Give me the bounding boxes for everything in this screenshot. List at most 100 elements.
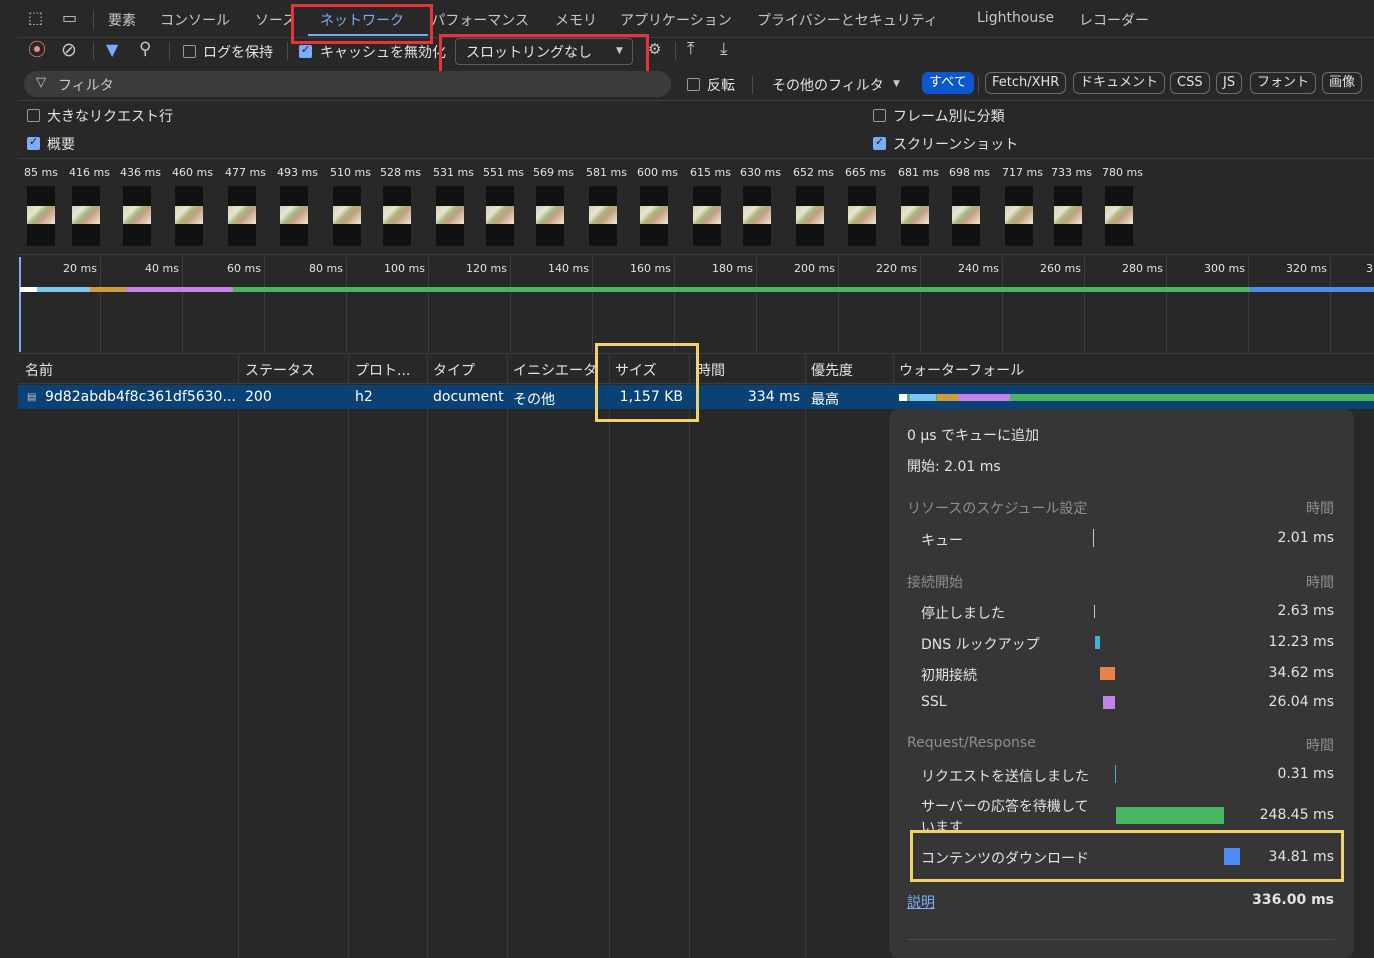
filmstrip-screenshot[interactable] xyxy=(536,186,564,246)
large-rows-checkbox[interactable] xyxy=(27,109,40,122)
filmstrip-screenshot[interactable] xyxy=(228,186,256,246)
column-time[interactable]: 時間 xyxy=(697,360,725,380)
column-status[interactable]: ステータス xyxy=(245,360,315,380)
ruler-tick-label: 180 ms xyxy=(712,262,753,275)
filmstrip-screenshot[interactable] xyxy=(436,186,464,246)
network-conditions-icon[interactable]: ⚙ xyxy=(648,42,661,57)
request-response-header: Request/Response xyxy=(907,735,1036,751)
time-header: 時間 xyxy=(1306,501,1334,517)
row-time: 334 ms xyxy=(747,389,800,405)
group-by-frame-checkbox[interactable] xyxy=(873,109,886,122)
ruler-gridline xyxy=(756,257,757,352)
tab-elements[interactable]: 要素 xyxy=(108,10,136,30)
filmstrip-screenshot[interactable] xyxy=(486,186,514,246)
record-stop-icon[interactable]: ⦿ xyxy=(28,42,46,60)
filmstrip-screenshot[interactable] xyxy=(1005,186,1033,246)
filmstrip-screenshot[interactable] xyxy=(175,186,203,246)
filmstrip-time: 733 ms xyxy=(1051,166,1092,179)
type-filter-document[interactable]: ドキュメント xyxy=(1073,72,1166,94)
waterfall-ssl xyxy=(958,394,1010,401)
tab-application[interactable]: アプリケーション xyxy=(620,10,732,30)
ruler-tick-label: 160 ms xyxy=(630,262,671,275)
row-name[interactable]: 9d82abdb4f8c361df5630... xyxy=(45,389,236,405)
column-waterfall[interactable]: ウォーターフォール xyxy=(899,360,1024,380)
filmstrip-screenshot[interactable] xyxy=(72,186,100,246)
tab-performance[interactable]: パフォーマンス xyxy=(433,10,529,30)
filmstrip-screenshot[interactable] xyxy=(952,186,980,246)
overview-ssl-bar xyxy=(126,287,233,292)
column-initiator[interactable]: イニシエータ xyxy=(513,360,607,380)
group-by-frame-label: フレーム別に分類 xyxy=(893,109,1005,125)
queue-bar xyxy=(1093,529,1094,547)
tab-privacy-security[interactable]: プライバシーとセキュリティ xyxy=(757,10,938,30)
device-toolbar-icon[interactable]: ▭ xyxy=(62,10,77,26)
filmstrip-screenshot[interactable] xyxy=(123,186,151,246)
filmstrip-screenshot[interactable] xyxy=(589,186,617,246)
filmstrip-time: 780 ms xyxy=(1102,166,1143,179)
filmstrip-screenshot[interactable] xyxy=(796,186,824,246)
type-filter-js[interactable]: JS xyxy=(1216,72,1243,94)
filmstrip-screenshot[interactable] xyxy=(1054,186,1082,246)
large-rows-label: 大きなリクエスト行 xyxy=(47,109,173,125)
column-name[interactable]: 名前 xyxy=(25,360,53,380)
overview-checkbox[interactable] xyxy=(27,135,40,150)
disable-cache-checkbox[interactable] xyxy=(299,43,312,58)
filmstrip-screenshot[interactable] xyxy=(693,186,721,246)
tab-lighthouse[interactable]: Lighthouse xyxy=(977,10,1054,26)
screenshots-checkbox[interactable] xyxy=(873,135,886,150)
column-priority[interactable]: 優先度 xyxy=(811,360,853,380)
filmstrip-time: 460 ms xyxy=(172,166,213,179)
tab-memory[interactable]: メモリ xyxy=(555,10,597,30)
filmstrip-time: 630 ms xyxy=(740,166,781,179)
export-har-icon[interactable]: ⤓ xyxy=(720,41,728,58)
column-protocol[interactable]: プロト... xyxy=(355,360,410,380)
more-filters-dropdown[interactable]: その他のフィルタ xyxy=(772,75,884,95)
overview-queue-bar xyxy=(20,287,37,292)
import-har-icon[interactable]: ⤒ xyxy=(687,41,695,58)
invert-checkbox[interactable] xyxy=(687,78,700,91)
column-type[interactable]: タイプ xyxy=(433,360,475,380)
explanation-link[interactable]: 説明 xyxy=(907,892,935,912)
dns-bar xyxy=(1095,636,1100,649)
waterfall-dns xyxy=(910,394,936,401)
tab-console[interactable]: コンソール xyxy=(160,10,230,30)
ruler-tick-label: 220 ms xyxy=(876,262,917,275)
type-filter-all[interactable]: すべて xyxy=(922,72,974,94)
tab-sources[interactable]: ソース xyxy=(255,10,291,30)
initial-connection-label: 初期接続 xyxy=(921,668,977,684)
tab-recorder[interactable]: レコーダー xyxy=(1079,10,1149,30)
filmstrip-screenshot[interactable] xyxy=(743,186,771,246)
ruler-tick-label: 40 ms xyxy=(145,262,179,275)
ruler-tick-label: 140 ms xyxy=(548,262,589,275)
filmstrip-time: 528 ms xyxy=(380,166,421,179)
overview-dns-bar xyxy=(37,287,90,292)
clear-icon[interactable]: ⊘ xyxy=(61,41,77,60)
preserve-log-checkbox[interactable] xyxy=(183,45,196,58)
type-filter-css[interactable]: CSS xyxy=(1170,72,1210,94)
filter-input[interactable] xyxy=(24,71,671,97)
filmstrip-screenshot[interactable] xyxy=(901,186,929,246)
filmstrip-screenshot[interactable] xyxy=(280,186,308,246)
ruler-tick-label: 260 ms xyxy=(1040,262,1081,275)
timeline-cursor[interactable] xyxy=(19,257,21,352)
filmstrip-screenshot[interactable] xyxy=(383,186,411,246)
ruler-gridline xyxy=(592,257,593,352)
type-filter-fetch-xhr[interactable]: Fetch/XHR xyxy=(985,72,1067,94)
filmstrip-screenshot[interactable] xyxy=(848,186,876,246)
filmstrip-time: 531 ms xyxy=(433,166,474,179)
filmstrip-screenshot[interactable] xyxy=(640,186,668,246)
queue-label: キュー xyxy=(921,533,963,549)
filmstrip-time: 717 ms xyxy=(1002,166,1043,179)
filter-icon[interactable]: ▼ xyxy=(106,42,118,58)
filmstrip-screenshot[interactable] xyxy=(1105,186,1133,246)
type-filter-font[interactable]: フォント xyxy=(1250,72,1317,94)
inspect-element-icon[interactable]: ⬚ xyxy=(28,10,43,26)
search-icon[interactable]: ⚲ xyxy=(139,41,151,58)
overview-initial-bar xyxy=(90,287,126,292)
queued-at: 0 µs でキューに追加 xyxy=(907,428,1040,444)
filmstrip-screenshot[interactable] xyxy=(333,186,361,246)
type-filter-image[interactable]: 画像 xyxy=(1322,72,1363,94)
time-header: 時間 xyxy=(1306,738,1334,754)
ruler-gridline xyxy=(920,257,921,352)
filmstrip-screenshot[interactable] xyxy=(27,186,55,246)
